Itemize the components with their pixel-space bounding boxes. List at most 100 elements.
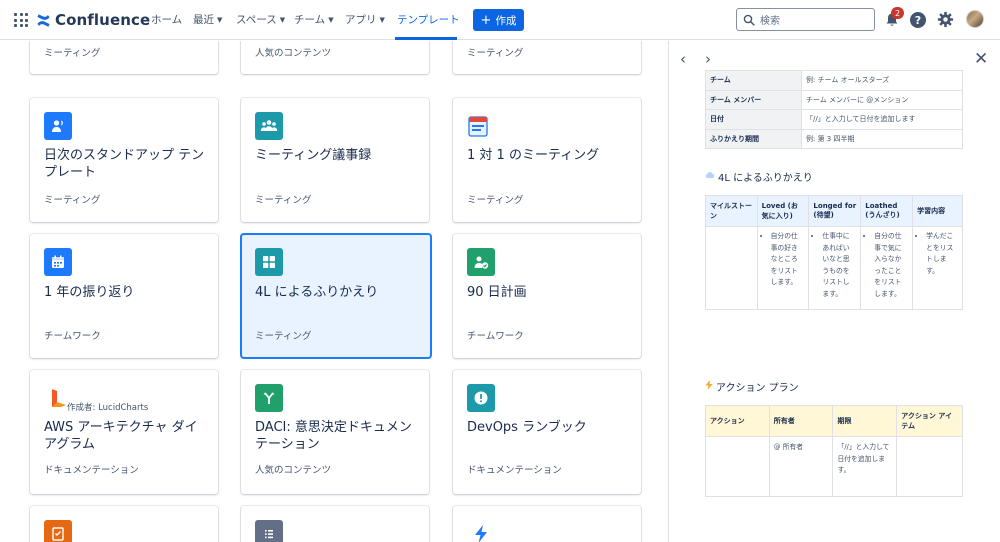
table-cell: 「//」と入力して日付を追加します。 — [832, 436, 898, 497]
nav-home[interactable]: ホーム — [151, 12, 182, 27]
action-plan-table: アクション 所有者 期限 アクション アイテム @ 所有者 「//」と入力して日… — [705, 405, 963, 497]
template-card[interactable] — [241, 506, 429, 542]
template-card[interactable]: 人気のコンテンツ — [241, 41, 429, 74]
action-heading-text: アクション プラン — [716, 383, 799, 394]
table-cell: 仕事中にあればいいなと思うものをリストします。 — [808, 226, 862, 310]
user-avatar[interactable] — [966, 10, 984, 28]
table-row: 日付 「//」と入力して日付を追加します — [705, 109, 963, 130]
table-cell: 学んだことをリストします。 — [912, 226, 963, 310]
chevron-down-icon: ▼ — [217, 15, 223, 24]
retro-4l-table: マイルストーン Loved (お気に入り) Longed for (待望) Lo… — [705, 195, 963, 310]
nav-teams-label: チーム — [294, 14, 326, 26]
column-header: アクション アイテム — [896, 405, 963, 437]
active-tab-indicator — [395, 37, 457, 40]
table-header-row: アクション 所有者 期限 アクション アイテム — [705, 405, 963, 437]
template-card[interactable]: ミーティング — [453, 41, 641, 74]
template-card-daci[interactable]: DACI: 意思決定ドキュメンテーション 人気のコンテンツ — [241, 370, 429, 494]
column-header: マイルストーン — [705, 195, 758, 227]
plus-icon: + — [480, 12, 492, 28]
settings-gear-icon[interactable] — [937, 11, 954, 28]
template-card[interactable] — [453, 506, 641, 542]
template-title: 4L によるふりかえり — [255, 285, 379, 300]
column-header: アクション — [705, 405, 770, 437]
template-title: 日次のスタンドアップ テンプレート — [44, 148, 205, 180]
list-item: 自分の仕事で気に入らなかったことをリストします。 — [874, 231, 908, 300]
lightning-icon — [705, 380, 713, 393]
table-row: @ 所有者 「//」と入力して日付を追加します。 — [705, 436, 963, 497]
next-template-chevron-icon[interactable]: › — [705, 52, 711, 67]
info-value: 例: チーム オールスターズ — [801, 70, 963, 91]
template-card-year-review[interactable]: 1 年の振り返り チームワーク — [30, 234, 218, 358]
template-card-one-on-one[interactable]: 1 対 1 のミーティング ミーティング — [453, 98, 641, 222]
list-document-icon — [255, 520, 283, 542]
nav-recent-label: 最近 — [193, 14, 214, 26]
template-title: ミーティング議事録 — [255, 148, 372, 163]
nav-templates-label: テンプレート — [397, 14, 460, 26]
template-card-devops-runbook[interactable]: DevOps ランブック ドキュメンテーション — [453, 370, 641, 494]
template-card[interactable]: ミーティング — [30, 41, 218, 74]
template-card-daily-standup[interactable]: 日次のスタンドアップ テンプレート ミーティング — [30, 98, 218, 222]
help-icon[interactable]: ? — [910, 12, 926, 28]
nav-recent[interactable]: 最近 ▼ — [193, 12, 222, 27]
template-title: 1 対 1 のミーティング — [467, 148, 600, 163]
brand-name: Confluence — [55, 11, 151, 29]
template-card-aws-architecture[interactable]: 作成者: LucidCharts AWS アーキテクチャ ダイアグラム ドキュメ… — [30, 370, 218, 494]
table-cell — [705, 226, 758, 310]
info-key: ふりかえり期間 — [705, 128, 802, 149]
close-icon[interactable]: ✕ — [974, 49, 988, 69]
info-value: 例: 第 3 四半期 — [801, 128, 963, 149]
app-switcher-icon[interactable] — [14, 13, 28, 27]
four-squares-icon — [255, 248, 283, 276]
confluence-mark-icon — [37, 13, 50, 27]
template-card[interactable] — [30, 506, 218, 542]
table-cell: 自分の仕事の好きなところをリストします。 — [756, 226, 810, 310]
info-key: チーム — [705, 70, 802, 91]
confluence-logo[interactable]: Confluence — [36, 10, 150, 30]
template-title: AWS アーキテクチャ ダイアグラム — [44, 420, 198, 452]
alert-circle-icon — [467, 384, 495, 412]
template-card-4l-retrospective[interactable]: 4L によるふりかえり ミーティング — [242, 235, 430, 357]
nav-teams[interactable]: チーム ▼ — [294, 12, 334, 27]
template-category: ミーティング — [255, 331, 312, 342]
list-item: 自分の仕事の好きなところをリストします。 — [771, 231, 805, 289]
nav-templates[interactable]: テンプレート — [397, 12, 460, 27]
search-icon — [743, 14, 755, 26]
table-row: ふりかえり期間 例: 第 3 四半期 — [705, 128, 963, 149]
calendar-page-icon — [467, 114, 489, 138]
retro-info-table: チーム 例: チーム オールスターズ チーム メンバー チーム メンバーに @メ… — [705, 70, 963, 149]
table-row: チーム 例: チーム オールスターズ — [705, 70, 963, 91]
calendar-icon — [44, 248, 72, 276]
chevron-down-icon: ▼ — [379, 15, 385, 24]
template-category: ドキュメンテーション — [467, 465, 562, 476]
table-cell: 自分の仕事で気に入らなかったことをリストします。 — [860, 226, 914, 310]
previous-template-chevron-icon[interactable]: ‹ — [680, 52, 686, 67]
template-title: DACI: 意思決定ドキュメンテーション — [255, 420, 412, 452]
column-header: Longed for (待望) — [808, 195, 862, 227]
info-value: チーム メンバーに @メンション — [801, 89, 963, 110]
search-input[interactable]: 検索 — [736, 8, 875, 31]
table-cell — [896, 436, 963, 497]
template-title: 90 日計画 — [467, 285, 527, 300]
template-card-90-day-plan[interactable]: 90 日計画 チームワーク — [453, 234, 641, 358]
create-button[interactable]: + 作成 — [473, 9, 524, 31]
checklist-book-icon — [44, 520, 72, 542]
template-category: ミーティング — [467, 195, 524, 206]
info-key: チーム メンバー — [705, 89, 802, 110]
template-category: チームワーク — [467, 331, 524, 342]
cloud-icon — [705, 171, 715, 182]
template-card-meeting-notes[interactable]: ミーティング議事録 ミーティング — [241, 98, 429, 222]
nav-apps[interactable]: アプリ ▼ — [345, 12, 385, 27]
column-header: Loathed (うんざり) — [860, 195, 914, 227]
template-category: ミーティング — [44, 48, 101, 59]
table-header-row: マイルストーン Loved (お気に入り) Longed for (待望) Lo… — [705, 195, 963, 227]
person-speaking-icon — [44, 112, 72, 140]
table-cell — [705, 436, 770, 497]
column-header: 学習内容 — [912, 195, 963, 227]
column-header: Loved (お気に入り) — [756, 195, 810, 227]
nav-spaces-label: スペース — [236, 14, 277, 26]
template-category: 人気のコンテンツ — [255, 48, 332, 59]
nav-spaces[interactable]: スペース ▼ — [236, 12, 285, 27]
notification-count-badge: 2 — [891, 7, 904, 19]
template-category: チームワーク — [44, 331, 101, 342]
search-placeholder: 検索 — [760, 16, 780, 27]
